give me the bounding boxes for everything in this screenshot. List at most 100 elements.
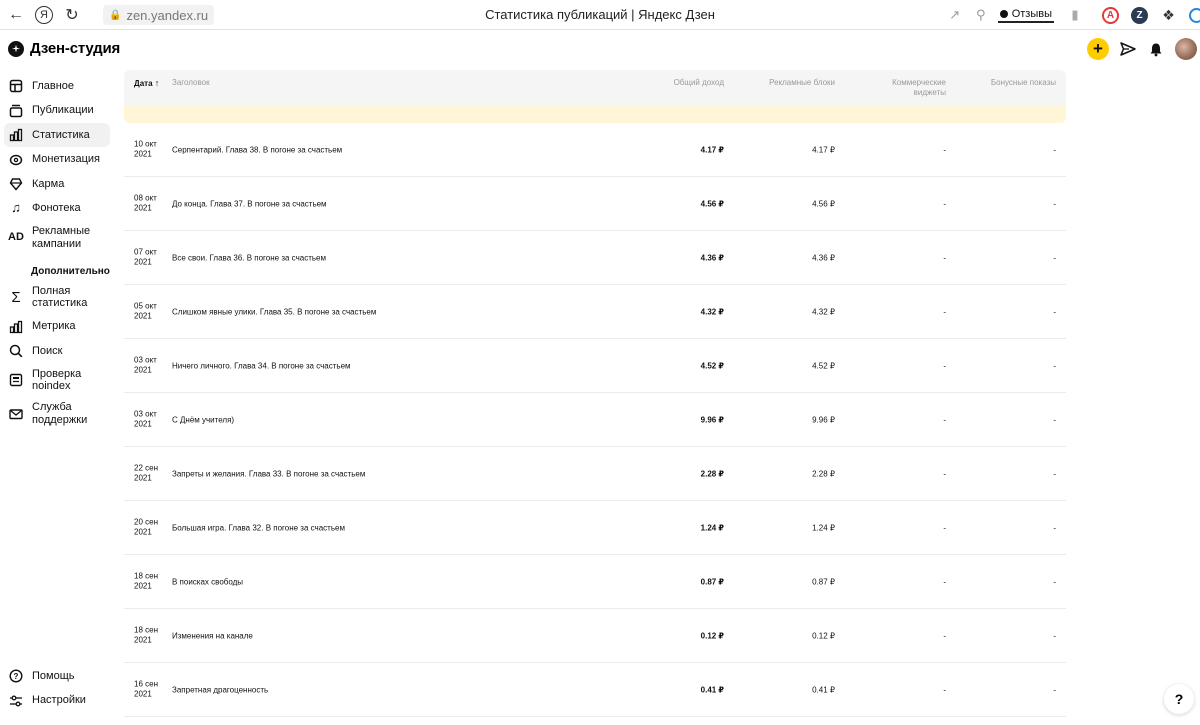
cell-bonus-views: - xyxy=(1053,253,1056,262)
cell-date-year: 2021 xyxy=(134,311,152,321)
help-icon: ? xyxy=(8,668,24,684)
cell-title[interactable]: Слишком явные улики. Глава 35. В погоне … xyxy=(172,307,376,316)
cell-date: 18 сен 2021 xyxy=(134,571,166,592)
cell-commercial-widgets: - xyxy=(943,415,946,424)
table-row[interactable]: 18 сен 2021 Изменения на канале 0.12 ₽ 0.12 … xyxy=(124,609,1066,663)
cell-income: 4.52 ₽ xyxy=(700,361,724,370)
cell-title[interactable]: Запреты и желания. Глава 33. В погоне за… xyxy=(172,469,365,478)
yandex-home-icon[interactable]: Я xyxy=(30,0,58,30)
cell-ad-blocks: 0.87 ₽ xyxy=(812,577,835,586)
cell-title[interactable]: До конца. Глава 37. В погоне за счастьем xyxy=(172,199,327,208)
cell-income: 4.32 ₽ xyxy=(700,307,724,316)
sidebar-item-monetization[interactable]: Монетизация xyxy=(4,148,110,172)
cell-date: 18 сен 2021 xyxy=(134,625,166,646)
app-logo[interactable]: Дзен-студия xyxy=(8,40,120,57)
cell-income: 4.17 ₽ xyxy=(700,145,724,154)
sidebar-item-statistics[interactable]: Статистика xyxy=(4,123,110,147)
sidebar-item-settings[interactable]: Настройки xyxy=(4,689,110,713)
cell-title[interactable]: Серпентарий. Глава 38. В погоне за счаст… xyxy=(172,145,342,154)
cell-date-day: 16 сен xyxy=(134,679,158,689)
sidebar-item-label: Фонотека xyxy=(32,202,81,215)
cell-date-year: 2021 xyxy=(134,635,152,645)
reviews-label: Отзывы xyxy=(1011,7,1052,20)
cell-title[interactable]: Все свои. Глава 36. В погоне за счастьем xyxy=(172,253,326,262)
column-header-income[interactable]: Общий доход xyxy=(674,78,724,88)
cell-ad-blocks: 9.96 ₽ xyxy=(812,415,835,424)
table-row[interactable]: 20 сен 2021 Большая игра. Глава 32. В пого… xyxy=(124,501,1066,555)
table-row[interactable]: 03 окт 2021 С Днём учителя) 9.96 ₽ 9.96 ₽ - - xyxy=(124,393,1066,447)
adblock-extension-icon[interactable]: A xyxy=(1102,6,1119,24)
cell-title[interactable]: Запретная драгоценность xyxy=(172,685,268,694)
table-row[interactable]: 18 сен 2021 В поисках свободы 0.87 ₽ 0.87 ₽ -… xyxy=(124,555,1066,609)
sidebar-item-home[interactable]: Главное xyxy=(4,74,110,98)
address-bar[interactable]: 🔒 zen.yandex.ru xyxy=(103,5,215,25)
find-icon[interactable]: ⚲ xyxy=(968,0,994,30)
cell-title[interactable]: Изменения на канале xyxy=(172,631,253,640)
cell-date: 20 сен 2021 xyxy=(134,517,166,538)
sidebar-item-search[interactable]: Поиск xyxy=(4,339,110,363)
cell-title[interactable]: С Днём учителя) xyxy=(172,415,234,424)
puzzle-extension-icon[interactable]: ❖ xyxy=(1160,7,1177,24)
sidebar-item-music[interactable]: ♫ Фонотека xyxy=(4,197,110,221)
notifications-bell-icon[interactable] xyxy=(1147,40,1165,58)
column-header-bonus-views[interactable]: Бонусные показы xyxy=(991,78,1056,88)
back-arrow-icon[interactable]: ← xyxy=(2,0,30,30)
reload-icon[interactable]: ↻ xyxy=(58,0,86,30)
sidebar-item-help[interactable]: ? Помощь xyxy=(4,664,110,688)
cell-bonus-views: - xyxy=(1053,145,1056,154)
cell-date-year: 2021 xyxy=(134,473,152,483)
publications-table: Дата ↑ Заголовок Общий доход Рекламные б… xyxy=(124,70,1066,717)
publications-icon xyxy=(8,103,24,119)
table-row[interactable]: 10 окт 2021 Серпентарий. Глава 38. В погон… xyxy=(124,123,1066,177)
table-header: Дата ↑ Заголовок Общий доход Рекламные б… xyxy=(124,70,1066,106)
zoom-extension-icon[interactable]: Z xyxy=(1131,6,1148,24)
cell-commercial-widgets: - xyxy=(943,631,946,640)
table-row[interactable]: 07 окт 2021 Все свои. Глава 36. В погоне з… xyxy=(124,231,1066,285)
cell-date-year: 2021 xyxy=(134,257,152,267)
cell-date: 03 окт 2021 xyxy=(134,409,166,430)
cell-ad-blocks: 2.28 ₽ xyxy=(812,469,835,478)
sidebar-item-noindex[interactable]: Проверка noindex xyxy=(4,364,110,397)
sidebar-item-metrika[interactable]: Метрика xyxy=(4,315,110,339)
cell-date: 10 окт 2021 xyxy=(134,139,166,160)
column-header-commercial-widgets[interactable]: Коммерческие виджеты xyxy=(866,78,946,99)
cell-date: 16 сен 2021 xyxy=(134,679,166,700)
help-fab-button[interactable]: ? xyxy=(1164,684,1194,714)
create-button[interactable]: + xyxy=(1087,38,1109,60)
avatar[interactable] xyxy=(1175,38,1197,60)
table-row[interactable]: 16 сен 2021 Запретная драгоценность 0.41 ₽ 0… xyxy=(124,663,1066,717)
table-row[interactable]: 22 сен 2021 Запреты и желания. Глава 33. В… xyxy=(124,447,1066,501)
send-icon[interactable] xyxy=(1119,40,1137,58)
sidebar-item-label: Статистика xyxy=(32,128,90,141)
table-row[interactable]: 05 окт 2021 Слишком явные улики. Глава 35.… xyxy=(124,285,1066,339)
sidebar-item-support[interactable]: Служба поддержки xyxy=(4,397,110,430)
cell-date-day: 07 окт xyxy=(134,247,157,257)
sidebar-item-label: Помощь xyxy=(32,669,75,682)
sort-arrow-up-icon: ↑ xyxy=(154,78,160,88)
column-header-date[interactable]: Дата ↑ xyxy=(134,78,159,90)
column-header-ad-blocks[interactable]: Рекламные блоки xyxy=(769,78,835,88)
table-row[interactable]: 03 окт 2021 Ничего личного. Глава 34. В по… xyxy=(124,339,1066,393)
cell-date: 22 сен 2021 xyxy=(134,463,166,484)
cell-title[interactable]: Ничего личного. Глава 34. В погоне за сч… xyxy=(172,361,351,370)
share-icon[interactable]: ↗ xyxy=(942,0,968,30)
cell-title[interactable]: Большая игра. Глава 32. В погоне за счас… xyxy=(172,523,345,532)
cell-commercial-widgets: - xyxy=(943,361,946,370)
bookmark-icon[interactable]: ▮ xyxy=(1062,0,1088,30)
table-row[interactable]: 08 окт 2021 До конца. Глава 37. В погоне з… xyxy=(124,177,1066,231)
sidebar-item-label: Публикации xyxy=(32,104,94,117)
mail-icon xyxy=(8,406,24,422)
profile-extension-icon[interactable] xyxy=(1189,7,1200,23)
sidebar-item-publications[interactable]: Публикации xyxy=(4,99,110,123)
sidebar-item-label: Карма xyxy=(32,177,65,190)
column-header-commercial-widgets-line2: виджеты xyxy=(913,88,946,98)
cell-bonus-views: - xyxy=(1053,361,1056,370)
sidebar-item-karma[interactable]: Карма xyxy=(4,172,110,196)
reviews-button[interactable]: Отзывы xyxy=(997,7,1054,23)
sidebar-item-ad-campaigns[interactable]: AD Рекламные кампании xyxy=(4,221,110,254)
sidebar-item-full-statistics[interactable]: Σ Полная статистика xyxy=(4,281,110,314)
cell-ad-blocks: 4.32 ₽ xyxy=(812,307,835,316)
cell-date-day: 05 окт xyxy=(134,301,157,311)
column-header-title[interactable]: Заголовок xyxy=(172,78,210,88)
cell-title[interactable]: В поисках свободы xyxy=(172,577,243,586)
